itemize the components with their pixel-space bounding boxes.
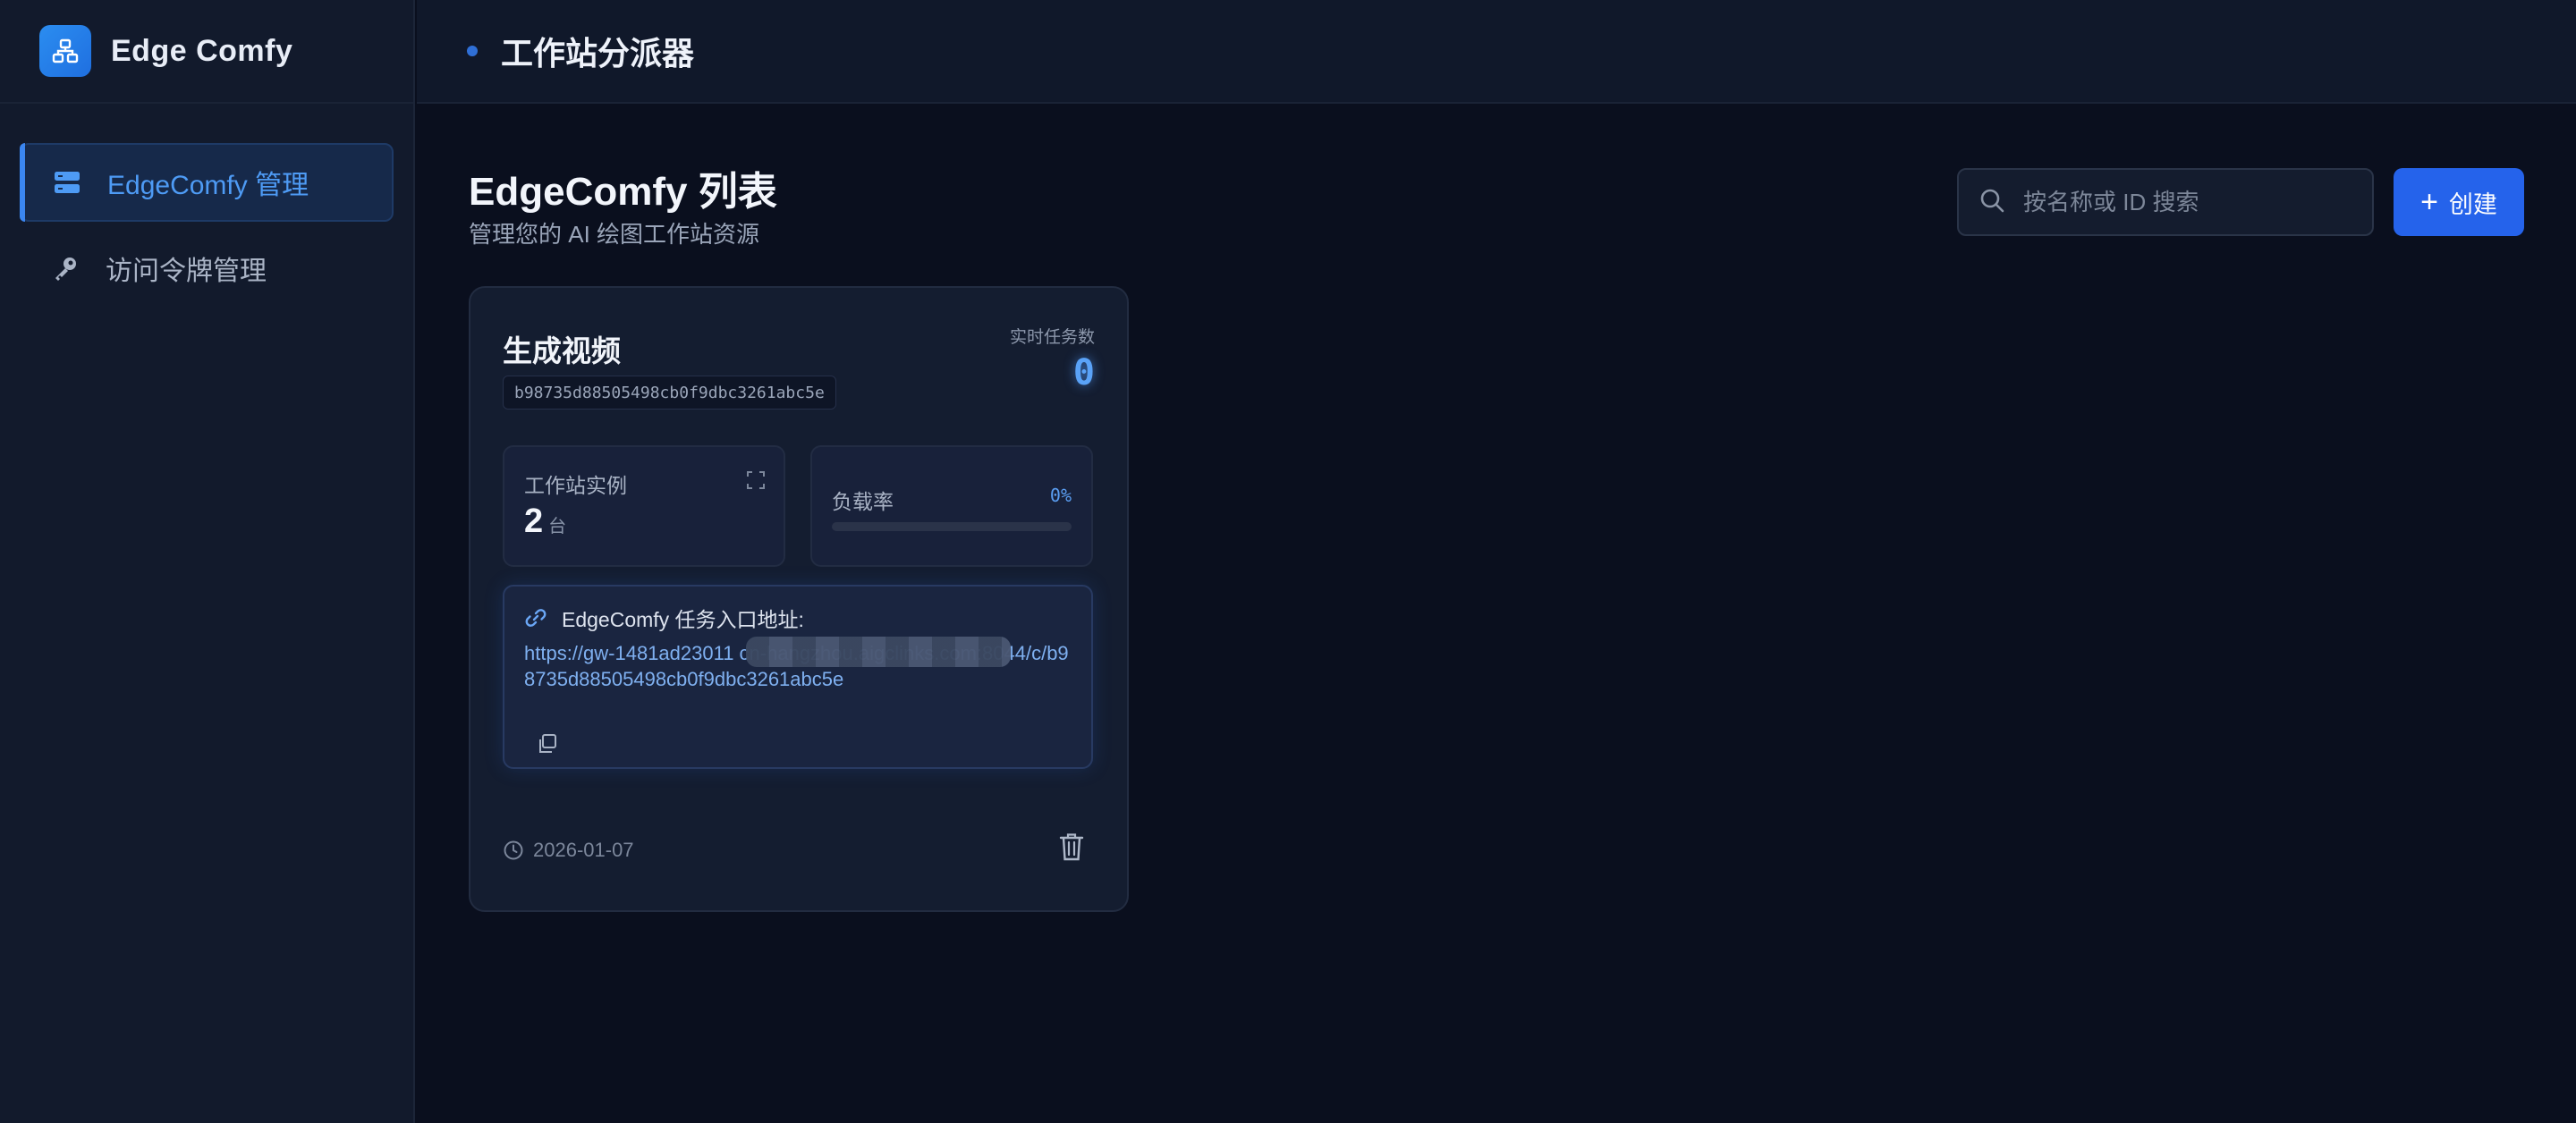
expand-icon[interactable]	[746, 470, 766, 490]
copy-icon[interactable]	[535, 731, 560, 756]
entry-url-header: EdgeComfy 任务入口地址:	[524, 603, 804, 633]
task-count: 0	[1072, 352, 1095, 393]
instances-box: 工作站实例 2台	[503, 445, 785, 567]
workstation-card[interactable]: 生成视频 b98735d88505498cb0f9dbc3261abc5e 实时…	[469, 286, 1129, 912]
load-value: 0%	[1049, 485, 1072, 506]
status-dot	[467, 46, 478, 56]
load-box: 负载率 0%	[810, 445, 1093, 567]
sidebar-item-access-tokens[interactable]: 访问令牌管理	[20, 229, 394, 308]
trash-icon[interactable]	[1057, 832, 1086, 862]
entry-url-box: EdgeComfy 任务入口地址: https://gw-1481ad23011…	[503, 585, 1093, 769]
search-icon	[1979, 187, 2005, 218]
server-icon	[52, 167, 82, 198]
header-title: 工作站分派器	[501, 35, 695, 72]
link-icon	[525, 609, 547, 627]
sidebar-item-edgecomfy[interactable]: EdgeComfy 管理	[20, 143, 394, 222]
sidebar-nav: EdgeComfy 管理 访问令牌管理	[0, 104, 413, 308]
brand: Edge Comfy	[0, 0, 413, 104]
load-progress-bar	[832, 522, 1072, 531]
main-content: EdgeComfy 列表 管理您的 AI 绘图工作站资源 + 创建 生成视频 b…	[417, 106, 2576, 1123]
instances-unit: 台	[548, 517, 567, 536]
search-box[interactable]	[1957, 168, 2374, 236]
workstation-name: 生成视频	[503, 334, 621, 367]
clock-icon	[504, 840, 523, 860]
load-label: 负载率	[832, 490, 894, 513]
entry-url-label: EdgeComfy 任务入口地址:	[562, 608, 804, 631]
instances-value-wrap: 2台	[524, 502, 566, 541]
page-title: EdgeComfy 列表	[469, 170, 777, 214]
topbar: 工作站分派器	[417, 0, 2576, 104]
brand-name: Edge Comfy	[111, 33, 293, 68]
task-count-label: 实时任务数	[1009, 328, 1095, 347]
network-icon	[39, 25, 91, 77]
created-date: 2026-01-07	[503, 839, 634, 862]
key-icon	[50, 253, 80, 283]
create-button-label: 创建	[2448, 190, 2497, 218]
instances-value: 2	[524, 502, 544, 540]
page-subtitle: 管理您的 AI 绘图工作站资源	[469, 221, 760, 248]
sidebar-item-label: EdgeComfy 管理	[107, 171, 309, 200]
created-date-text: 2026-01-07	[533, 839, 634, 861]
workstation-id: b98735d88505498cb0f9dbc3261abc5e	[503, 376, 836, 410]
plus-icon: +	[2420, 185, 2438, 219]
redaction-mask	[746, 637, 1011, 667]
sidebar-item-label: 访问令牌管理	[106, 257, 267, 286]
search-input[interactable]	[2023, 188, 2363, 216]
create-button[interactable]: + 创建	[2394, 168, 2524, 236]
instances-label: 工作站实例	[524, 474, 627, 497]
sidebar: Edge Comfy EdgeComfy 管理 访问令牌管理	[0, 0, 415, 1123]
